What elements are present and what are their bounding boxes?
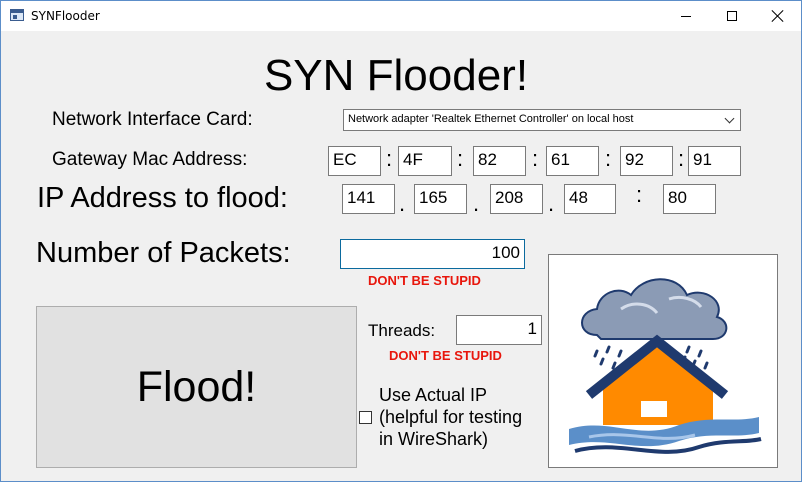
- title-bar[interactable]: SYNFlooder: [1, 1, 801, 31]
- flood-button[interactable]: Flood!: [36, 306, 357, 468]
- house-icon: [585, 334, 729, 425]
- ip-address-label: IP Address to flood:: [37, 182, 288, 214]
- ip-octet-3-field[interactable]: 208: [490, 184, 543, 214]
- cloud-icon: [581, 278, 728, 340]
- ip-dot: .: [548, 191, 555, 216]
- packets-warning: DON'T BE STUPID: [368, 273, 481, 288]
- mac-octet-5-field[interactable]: 92: [620, 146, 673, 176]
- mac-separator: :: [532, 146, 539, 171]
- port-separator: :: [636, 182, 643, 207]
- app-window-icon: [10, 9, 24, 21]
- maximize-icon: [727, 11, 737, 21]
- storm-cloud-flood-house-icon: [569, 278, 762, 454]
- minimize-button[interactable]: [663, 1, 709, 31]
- logo-picture-box: [548, 254, 778, 468]
- mac-octet-4-field[interactable]: 61: [546, 146, 599, 176]
- window-title: SYNFlooder: [31, 9, 100, 23]
- mac-octet-1-field[interactable]: EC: [328, 146, 381, 176]
- page-title: SYN Flooder!: [263, 51, 529, 100]
- nic-selected-value: Network adapter 'Realtek Ethernet Contro…: [348, 113, 634, 125]
- nic-dropdown[interactable]: Network adapter 'Realtek Ethernet Contro…: [343, 109, 741, 131]
- mac-separator: :: [457, 146, 464, 171]
- nic-label: Network Interface Card:: [52, 109, 253, 130]
- packets-label: Number of Packets:: [36, 237, 291, 269]
- app-window: SYNFlooder SYN Flooder! Network Interfac…: [0, 0, 802, 482]
- ip-dot: .: [399, 191, 406, 216]
- port-field[interactable]: 80: [663, 184, 716, 214]
- mac-octet-3-field[interactable]: 82: [473, 146, 526, 176]
- use-actual-ip-label-line: (helpful for testing: [379, 407, 523, 427]
- gateway-mac-label: Gateway Mac Address:: [52, 149, 248, 170]
- maximize-button[interactable]: [709, 1, 755, 31]
- mac-separator: :: [605, 146, 612, 171]
- threads-warning: DON'T BE STUPID: [389, 348, 502, 363]
- ip-octet-4-field[interactable]: 48: [564, 184, 616, 214]
- mac-octet-6-field[interactable]: 91: [688, 146, 741, 176]
- minimize-icon: [681, 15, 691, 17]
- threads-label: Threads:: [368, 321, 436, 340]
- use-actual-ip-label[interactable]: Use Actual IP (helpful for testing in Wi…: [379, 384, 549, 450]
- ip-octet-1-field[interactable]: 141: [342, 184, 395, 214]
- packets-field[interactable]: 100: [340, 239, 525, 269]
- use-actual-ip-label-line: Use Actual IP: [379, 385, 488, 405]
- close-button[interactable]: [755, 1, 801, 31]
- mac-separator: :: [678, 146, 685, 171]
- mac-octet-2-field[interactable]: 4F: [398, 146, 452, 176]
- ip-octet-2-field[interactable]: 165: [414, 184, 467, 214]
- chevron-down-icon: [724, 113, 735, 124]
- ip-dot: .: [473, 191, 480, 216]
- use-actual-ip-label-line: in WireShark): [379, 429, 489, 449]
- threads-field[interactable]: 1: [456, 315, 542, 345]
- close-icon: [772, 10, 784, 22]
- use-actual-ip-checkbox[interactable]: [359, 411, 372, 424]
- mac-separator: :: [386, 146, 393, 171]
